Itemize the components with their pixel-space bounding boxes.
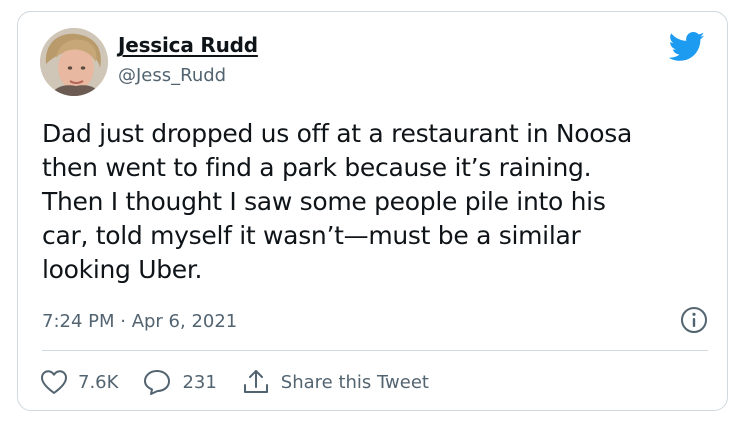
tweet-timestamp[interactable]: 7:24 PM · Apr 6, 2021 <box>42 311 237 332</box>
tweet-line: car, told myself it wasn’t—must be a sim… <box>42 221 581 250</box>
author-name[interactable]: Jessica Rudd <box>118 33 258 57</box>
avatar[interactable] <box>40 28 108 96</box>
reply-button[interactable]: 231 <box>142 368 217 396</box>
speech-bubble-icon <box>144 370 171 395</box>
twitter-bird-icon[interactable] <box>669 32 705 62</box>
author-handle[interactable]: @Jess_Rudd <box>118 65 226 86</box>
tweet-line: Dad just dropped us off at a restaurant … <box>42 119 633 148</box>
like-button[interactable]: 7.6K <box>40 369 118 395</box>
reply-count: 231 <box>182 371 217 393</box>
tweet-line: looking Uber. <box>42 255 203 284</box>
like-count: 7.6K <box>78 371 119 393</box>
tweet-line: Then I thought I saw some people pile in… <box>42 187 606 216</box>
tweet-line: then went to find a park because it’s ra… <box>42 153 592 182</box>
divider <box>42 350 708 351</box>
info-icon[interactable] <box>680 306 708 334</box>
share-button[interactable]: Share this Tweet <box>241 368 429 396</box>
tweet-text: Dad just dropped us off at a restaurant … <box>42 117 712 287</box>
tweet-actions: 7.6K 231 Share this Tweet <box>40 365 453 399</box>
share-arrow-icon <box>243 370 268 393</box>
share-label: Share this Tweet <box>280 371 429 393</box>
heart-icon <box>41 370 67 394</box>
avatar-photo <box>40 28 108 96</box>
tweet-card: Jessica Rudd @Jess_Rudd Dad just dropped… <box>17 11 728 411</box>
